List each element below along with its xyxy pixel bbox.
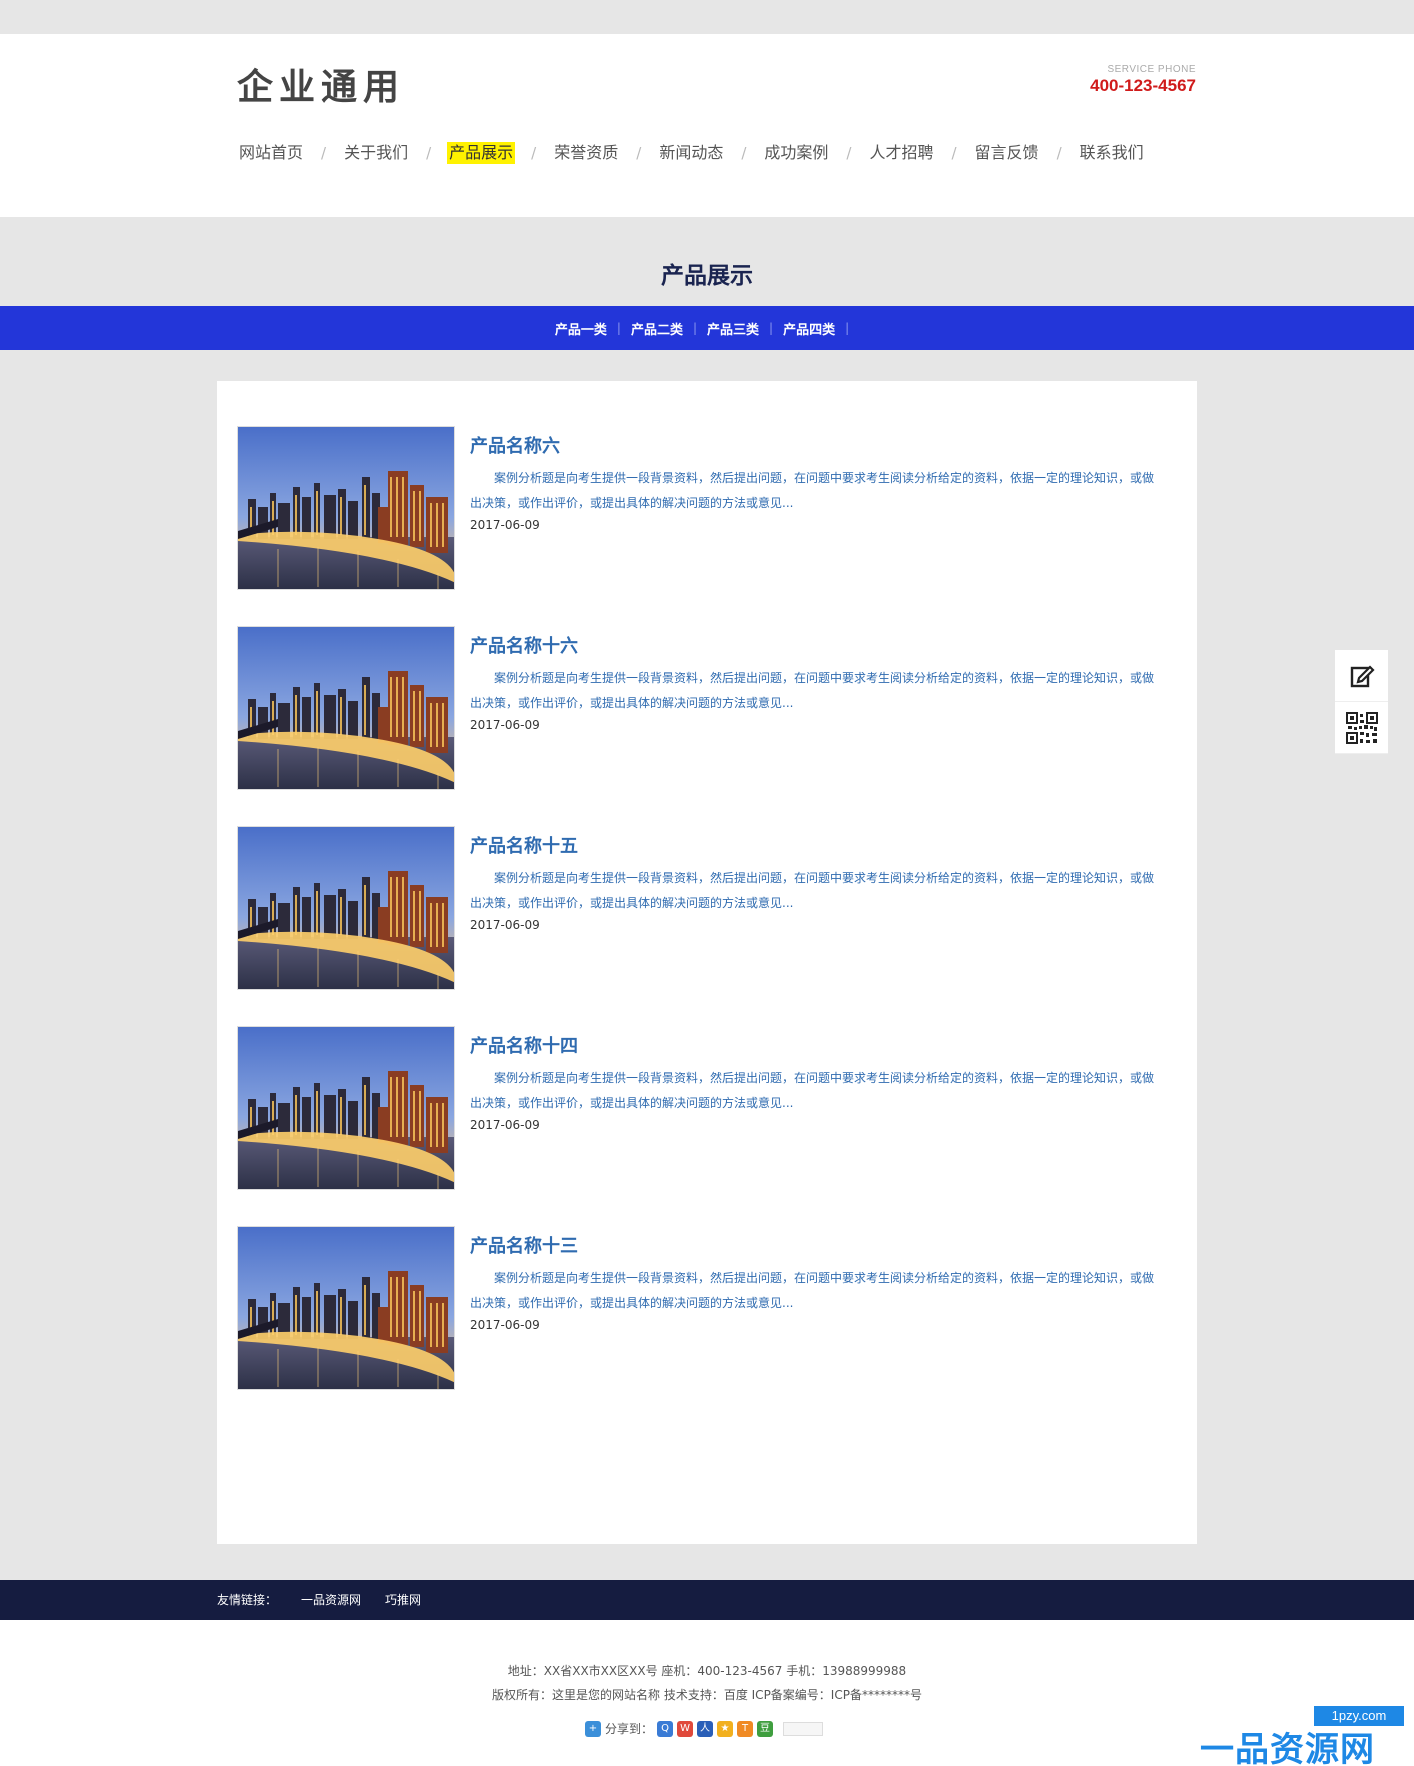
- share-plus-icon[interactable]: +: [585, 1720, 601, 1737]
- douban-share-icon[interactable]: 豆: [757, 1720, 774, 1737]
- product-date: 2017-06-09: [470, 718, 540, 732]
- product-date: 2017-06-09: [470, 1318, 540, 1332]
- product-title[interactable]: 产品名称六: [470, 432, 1165, 458]
- product-description: 案例分析题是向考生提供一段背景资料，然后提出问题，在问题中要求考生阅读分析给定的…: [470, 871, 1155, 910]
- nav-separator: /: [426, 144, 432, 162]
- product-title[interactable]: 产品名称十六: [470, 632, 1165, 658]
- site-logo[interactable]: 企业通用: [237, 58, 405, 110]
- subnav-item[interactable]: 产品三类: [707, 319, 759, 338]
- nav-item[interactable]: 新闻动态: [657, 142, 725, 164]
- service-phone-block: SERVICE PHONE 400-123-4567: [1090, 64, 1196, 96]
- service-phone-label: SERVICE PHONE: [1107, 64, 1196, 75]
- product-info: 产品名称十三案例分析题是向考生提供一段背景资料，然后提出问题，在问题中要求考生阅…: [470, 1232, 1165, 1332]
- nav-separator: /: [846, 144, 852, 162]
- nav-item[interactable]: 产品展示: [447, 142, 516, 164]
- product-image[interactable]: [237, 826, 455, 990]
- watermark-text: 一品资源网: [1200, 1730, 1375, 1766]
- qrcode-button[interactable]: [1335, 702, 1388, 754]
- qrcode-icon: [1345, 711, 1378, 744]
- share-bar: + 分享到： Q W 人 ★ T 豆: [585, 1720, 824, 1737]
- subnav-item[interactable]: 产品一类: [555, 319, 607, 338]
- product-title[interactable]: 产品名称十三: [470, 1232, 1165, 1258]
- product-card[interactable]: 产品名称六案例分析题是向考生提供一段背景资料，然后提出问题，在问题中要求考生阅读…: [237, 426, 1167, 590]
- product-card[interactable]: 产品名称十六案例分析题是向考生提供一段背景资料，然后提出问题，在问题中要求考生阅…: [237, 626, 1167, 790]
- share-label: 分享到：: [605, 1722, 654, 1736]
- nav-item[interactable]: 成功案例: [762, 142, 830, 164]
- nav-separator: /: [636, 144, 642, 162]
- nav-separator: /: [321, 144, 327, 162]
- nav-separator: /: [951, 144, 957, 162]
- subnav-separator: |: [616, 321, 621, 335]
- product-description: 案例分析题是向考生提供一段背景资料，然后提出问题，在问题中要求考生阅读分析给定的…: [470, 1071, 1155, 1110]
- friend-link[interactable]: 巧推网: [385, 1591, 421, 1608]
- renren-share-icon[interactable]: 人: [697, 1720, 714, 1737]
- main-nav: 网站首页 / 关于我们 / 产品展示 / 荣誉资质 / 新闻动态 / 成功案例 / 人才招聘 / 留言反馈 /…: [237, 142, 1146, 164]
- friend-links-label: 友情链接：: [217, 1593, 278, 1607]
- friend-link[interactable]: 一品资源网: [301, 1591, 361, 1608]
- product-title[interactable]: 产品名称十四: [470, 1032, 1165, 1058]
- product-image[interactable]: [237, 626, 455, 790]
- subnav-separator: |: [692, 321, 697, 335]
- product-info: 产品名称六案例分析题是向考生提供一段背景资料，然后提出问题，在问题中要求考生阅读…: [470, 432, 1165, 532]
- subnav-separator: |: [769, 321, 774, 335]
- footer-copyright: 版权所有：这里是您的网站名称 技术支持：百度 ICP备案编号：ICP备*****…: [492, 1688, 922, 1702]
- qzone-share-icon[interactable]: Q: [657, 1720, 674, 1737]
- friend-links-bar: 友情链接： 一品资源网 巧推网: [0, 1580, 1414, 1620]
- share-counter: [783, 1721, 824, 1736]
- product-date: 2017-06-09: [470, 518, 540, 532]
- nav-item[interactable]: 留言反馈: [973, 142, 1041, 164]
- product-info: 产品名称十六案例分析题是向考生提供一段背景资料，然后提出问题，在问题中要求考生阅…: [470, 632, 1165, 732]
- nav-separator: /: [1056, 144, 1062, 162]
- subnav-item[interactable]: 产品四类: [783, 319, 835, 338]
- product-list-panel: 产品名称六案例分析题是向考生提供一段背景资料，然后提出问题，在问题中要求考生阅读…: [217, 381, 1197, 1702]
- edit-icon: [1350, 664, 1375, 687]
- page-title: 产品展示: [661, 263, 753, 289]
- nav-item[interactable]: 荣誉资质: [552, 142, 620, 164]
- nav-separator: /: [531, 144, 537, 162]
- category-subnav: 产品一类 | 产品二类 | 产品三类 | 产品四类 |: [0, 306, 1414, 350]
- product-card[interactable]: 产品名称十五案例分析题是向考生提供一段背景资料，然后提出问题，在问题中要求考生阅…: [237, 826, 1167, 990]
- product-description: 案例分析题是向考生提供一段背景资料，然后提出问题，在问题中要求考生阅读分析给定的…: [470, 471, 1155, 510]
- product-card[interactable]: 产品名称十三案例分析题是向考生提供一段背景资料，然后提出问题，在问题中要求考生阅…: [237, 1226, 1167, 1390]
- nav-item[interactable]: 联系我们: [1078, 142, 1146, 164]
- floating-toolbar: [1335, 650, 1388, 754]
- subnav-separator: |: [845, 321, 850, 335]
- message-button[interactable]: [1335, 650, 1388, 702]
- product-info: 产品名称十四案例分析题是向考生提供一段背景资料，然后提出问题，在问题中要求考生阅…: [470, 1032, 1165, 1132]
- product-image[interactable]: [237, 426, 455, 590]
- watermark-logo: 1pzy.com 一品资源网: [1200, 1706, 1410, 1766]
- service-phone-number: 400-123-4567: [1090, 76, 1196, 95]
- product-image[interactable]: [237, 1226, 455, 1390]
- product-date: 2017-06-09: [470, 918, 540, 932]
- nav-separator: /: [741, 144, 747, 162]
- product-description: 案例分析题是向考生提供一段背景资料，然后提出问题，在问题中要求考生阅读分析给定的…: [470, 671, 1155, 710]
- nav-item[interactable]: 人才招聘: [867, 142, 935, 164]
- product-description: 案例分析题是向考生提供一段背景资料，然后提出问题，在问题中要求考生阅读分析给定的…: [470, 1271, 1155, 1310]
- product-card[interactable]: 产品名称十四案例分析题是向考生提供一段背景资料，然后提出问题，在问题中要求考生阅…: [237, 1026, 1167, 1190]
- star-share-icon[interactable]: ★: [717, 1720, 734, 1737]
- product-title[interactable]: 产品名称十五: [470, 832, 1165, 858]
- product-image[interactable]: [237, 1026, 455, 1190]
- weibo-share-icon[interactable]: W: [677, 1720, 694, 1737]
- product-info: 产品名称十五案例分析题是向考生提供一段背景资料，然后提出问题，在问题中要求考生阅…: [470, 832, 1165, 932]
- subnav-item[interactable]: 产品二类: [631, 319, 683, 338]
- nav-item[interactable]: 关于我们: [342, 142, 410, 164]
- site-header: 企业通用 SERVICE PHONE 400-123-4567 网站首页 / 关于我…: [0, 34, 1414, 217]
- product-date: 2017-06-09: [470, 1118, 540, 1132]
- footer-contact: 地址：XX省XX市XX区XX号 座机：400-123-4567 手机：13988…: [507, 1664, 907, 1678]
- tencent-share-icon[interactable]: T: [737, 1720, 754, 1737]
- nav-item[interactable]: 网站首页: [237, 142, 305, 164]
